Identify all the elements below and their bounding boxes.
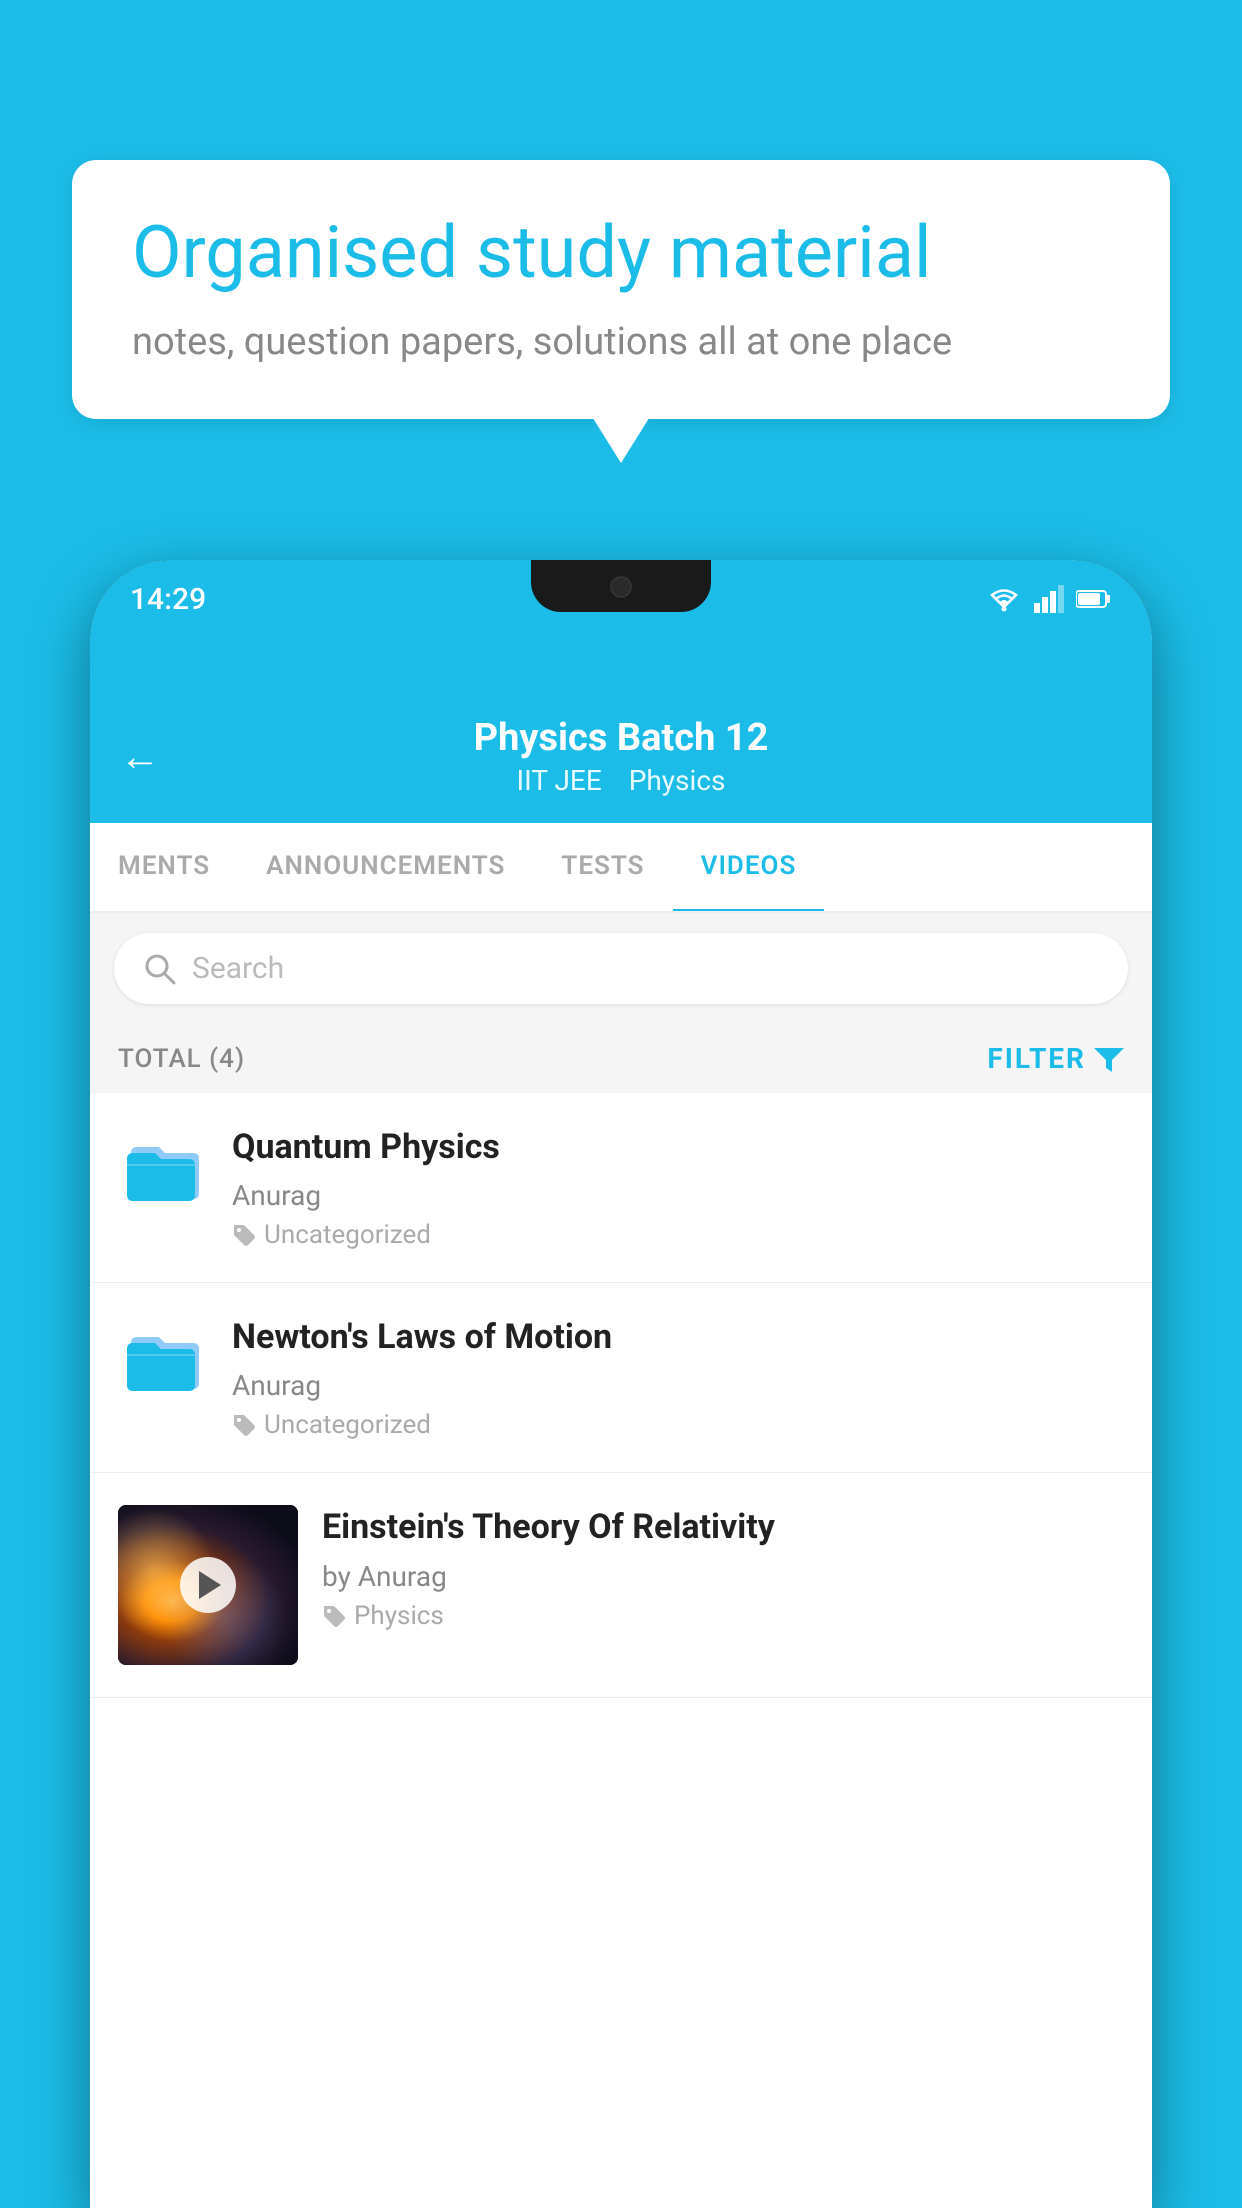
folder-icon-container — [118, 1315, 208, 1393]
tab-videos[interactable]: VIDEOS — [673, 823, 825, 913]
subtitle-physics: Physics — [629, 764, 726, 797]
search-icon — [144, 953, 176, 985]
video-tag: Uncategorized — [232, 1220, 1124, 1250]
bubble-subtitle: notes, question papers, solutions all at… — [132, 320, 1110, 364]
video-list: Quantum Physics Anurag Uncategorized — [90, 1093, 1152, 1698]
camera-dot — [610, 576, 632, 598]
tab-ments[interactable]: MENTS — [90, 823, 238, 913]
search-placeholder: Search — [192, 951, 284, 986]
video-info: Newton's Laws of Motion Anurag Uncategor… — [232, 1315, 1124, 1440]
tag-label: Physics — [354, 1601, 444, 1631]
video-item[interactable]: Einstein's Theory Of Relativity by Anura… — [90, 1473, 1152, 1698]
video-info: Quantum Physics Anurag Uncategorized — [232, 1125, 1124, 1250]
search-box[interactable]: Search — [114, 933, 1128, 1004]
batch-title: Physics Batch 12 — [474, 716, 769, 760]
tabs-bar: MENTS ANNOUNCEMENTS TESTS VIDEOS — [90, 823, 1152, 913]
bubble-title: Organised study material — [132, 210, 1110, 296]
folder-icon — [123, 1133, 203, 1203]
tag-icon — [322, 1604, 346, 1628]
video-author: Anurag — [232, 1179, 1124, 1212]
play-triangle-icon — [199, 1571, 221, 1599]
video-title: Newton's Laws of Motion — [232, 1315, 1124, 1359]
filter-icon — [1094, 1044, 1124, 1074]
app-header: ← Physics Batch 12 IIT JEE Physics — [90, 628, 1152, 823]
tag-icon — [232, 1223, 256, 1247]
back-button[interactable]: ← — [120, 733, 160, 780]
video-item[interactable]: Newton's Laws of Motion Anurag Uncategor… — [90, 1283, 1152, 1473]
batch-subtitle: IIT JEE Physics — [474, 764, 769, 797]
video-info: Einstein's Theory Of Relativity by Anura… — [322, 1505, 1124, 1630]
total-count: TOTAL (4) — [118, 1044, 245, 1074]
video-thumbnail — [118, 1505, 298, 1665]
wifi-icon — [986, 585, 1022, 613]
tab-tests[interactable]: TESTS — [533, 823, 672, 913]
video-author: by Anurag — [322, 1560, 1124, 1593]
video-title: Einstein's Theory Of Relativity — [322, 1505, 1124, 1549]
filter-label: FILTER — [987, 1042, 1086, 1075]
video-item[interactable]: Quantum Physics Anurag Uncategorized — [90, 1093, 1152, 1283]
phone-screen: 14:29 — [90, 560, 1152, 2208]
signal-icon — [1034, 585, 1064, 613]
header-nav: ← Physics Batch 12 IIT JEE Physics — [120, 696, 1122, 803]
status-time: 14:29 — [130, 572, 206, 617]
video-author: Anurag — [232, 1369, 1124, 1402]
folder-icon — [123, 1323, 203, 1393]
video-tag: Uncategorized — [232, 1410, 1124, 1440]
filter-bar: TOTAL (4) FILTER — [90, 1024, 1152, 1093]
subtitle-iit: IIT JEE — [517, 764, 602, 797]
filter-button[interactable]: FILTER — [987, 1042, 1124, 1075]
phone-notch — [531, 560, 711, 612]
tab-announcements[interactable]: ANNOUNCEMENTS — [238, 823, 533, 913]
status-icons — [986, 575, 1112, 613]
folder-icon-container — [118, 1125, 208, 1203]
tag-icon — [232, 1413, 256, 1437]
tag-label: Uncategorized — [264, 1220, 431, 1250]
video-tag: Physics — [322, 1601, 1124, 1631]
video-title: Quantum Physics — [232, 1125, 1124, 1169]
phone-frame: 14:29 — [90, 560, 1152, 2208]
battery-icon — [1076, 588, 1112, 610]
speech-bubble: Organised study material notes, question… — [72, 160, 1170, 419]
play-button[interactable] — [180, 1557, 236, 1613]
tag-label: Uncategorized — [264, 1410, 431, 1440]
search-container: Search — [90, 913, 1152, 1024]
